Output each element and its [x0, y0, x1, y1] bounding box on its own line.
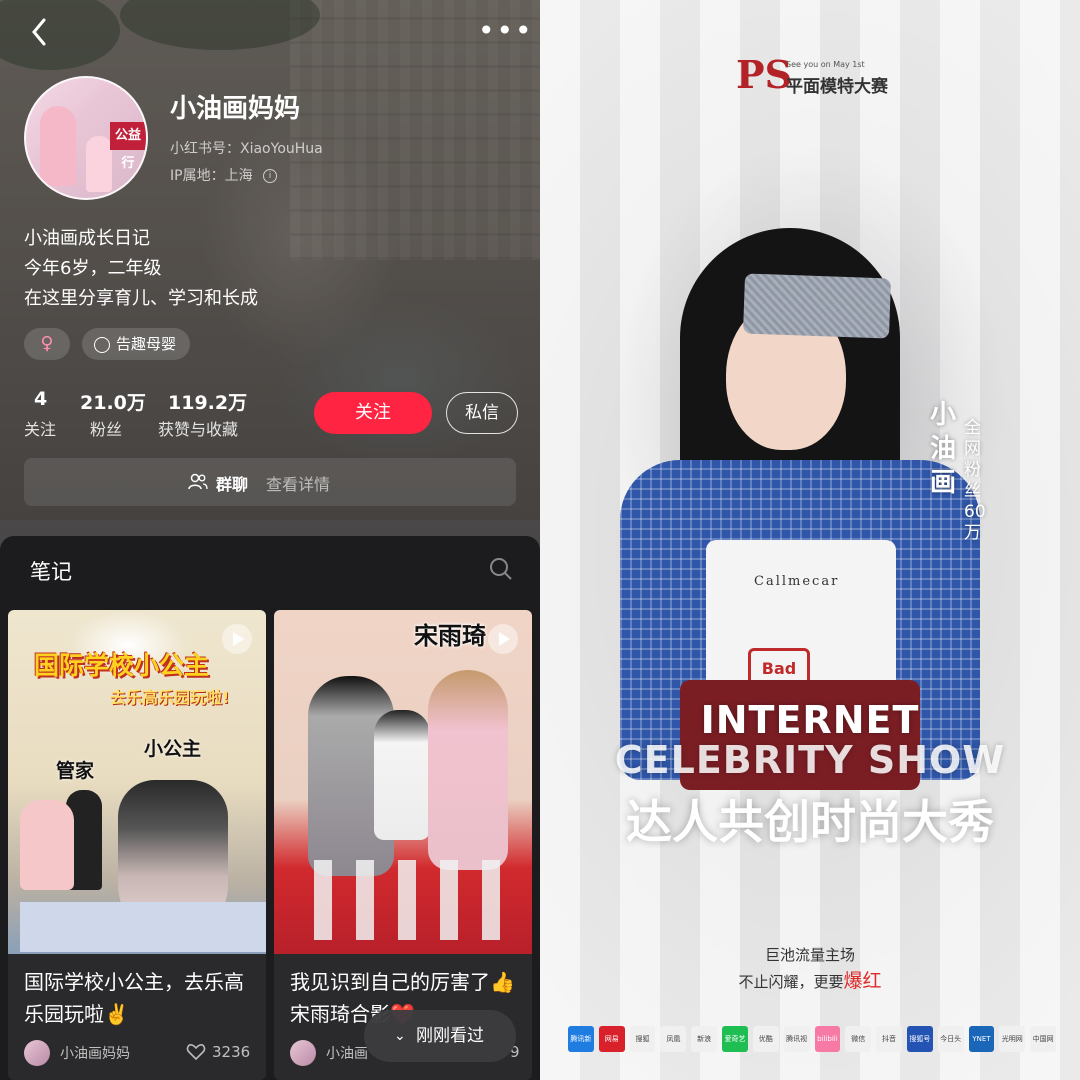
video-icon	[488, 624, 518, 654]
show-title-cn: 达人共创时尚大秀	[626, 795, 994, 849]
profile-ip: IP属地：上海 i	[170, 165, 278, 185]
show-title-line2: CELEBRITY SHOW	[614, 738, 1006, 782]
media-logo: YNET	[968, 1026, 995, 1052]
figure-gown-pink	[20, 800, 74, 890]
back-icon[interactable]	[22, 14, 58, 50]
avatar-badge: 公益行	[110, 122, 146, 171]
note-tag-princess: 小公主	[144, 738, 202, 760]
avatar[interactable]: 公益行	[24, 76, 148, 200]
bed	[20, 902, 266, 952]
note-author: 小油画妈妈	[60, 1046, 130, 1062]
media-logos: 腾讯新闻网易搜狐凤凰新浪爱奇艺优酷腾讯视频bilibili微信抖音搜狐号今日头条…	[568, 1026, 1056, 1052]
model-fans-vertical: 全网粉丝60万	[964, 418, 986, 543]
stat-likes-count[interactable]: 119.2万	[168, 388, 247, 415]
media-logo: 网易	[598, 1026, 625, 1052]
poster-brand-tagline: See you on May 1st	[786, 60, 865, 69]
recently-viewed-label: 刚刚看过	[416, 1026, 484, 1046]
mom-icon	[94, 336, 110, 353]
profile-name: 小油画妈妈	[170, 94, 301, 124]
group-chat-bar[interactable]: 群聊 查看详情	[24, 458, 516, 506]
double-chevron-down-icon: ⌄	[394, 1028, 406, 1044]
stat-fans-count[interactable]: 21.0万	[80, 388, 146, 415]
show-title-line1: INTERNET	[700, 698, 920, 742]
media-logo: 腾讯新闻	[568, 1026, 594, 1052]
stat-following-count[interactable]: 4	[34, 388, 47, 410]
note-thumbnail: 国际学校小公主 去乐高乐园玩啦! 管家 小公主	[8, 610, 266, 954]
group-icon	[188, 472, 208, 492]
poster-brand-logo: PS	[736, 52, 793, 97]
avatar-figure	[86, 136, 112, 192]
note-thumbnail: 宋雨琦	[274, 610, 532, 954]
info-icon[interactable]: i	[263, 169, 278, 183]
gender-tag: ♀	[24, 328, 70, 360]
media-logo: 凤凰	[660, 1026, 687, 1052]
boots	[314, 860, 504, 940]
media-logo: 抖音	[876, 1026, 902, 1052]
like-count: 3236	[212, 1043, 251, 1061]
more-icon[interactable]: •••	[478, 14, 534, 47]
note-tag-butler: 管家	[56, 760, 95, 782]
avatar-figure	[40, 106, 76, 186]
note-author: 小油画	[326, 1046, 368, 1062]
media-logo: bilibili	[814, 1026, 841, 1052]
note-card[interactable]: 国际学校小公主 去乐高乐园玩啦! 管家 小公主 国际学校小公主，去乐高乐园玩啦✌…	[8, 610, 266, 1080]
bio-line: 小油画成长日记	[24, 228, 150, 249]
media-logo: 今日头条	[937, 1026, 964, 1052]
model-headband	[742, 273, 892, 339]
search-icon[interactable]	[488, 556, 514, 582]
media-logo: 搜狐号	[906, 1026, 933, 1052]
poster-brand-name: 平面模特大赛	[786, 77, 888, 97]
slogan-line2: 不止闪耀，更要爆红	[540, 966, 1080, 993]
bio-line: 在这里分享育儿、学习和长成	[24, 288, 258, 309]
note-caption: 国际学校小公主，去乐高乐园玩啦✌️	[24, 970, 244, 1026]
female-icon: ♀	[40, 333, 54, 354]
media-logo: 搜狐	[629, 1026, 656, 1052]
apron-text: Callmecar	[754, 574, 840, 589]
poster-image: PS See you on May 1st 平面模特大赛 Callmecar B…	[540, 0, 1080, 1080]
media-logo: 腾讯视频	[783, 1026, 810, 1052]
group-detail: 查看详情	[266, 475, 331, 494]
media-logo: 中国网	[1030, 1026, 1056, 1052]
profile-ip-label: IP属地：上海	[170, 168, 253, 184]
note-overlay-title: 宋雨琦	[414, 622, 486, 650]
media-logo: 光明网	[999, 1026, 1026, 1052]
media-logo: 微信	[845, 1026, 872, 1052]
recently-viewed-button[interactable]: ⌄ 刚刚看过	[364, 1010, 516, 1062]
slogan-prefix: 不止闪耀，更要	[738, 973, 844, 991]
media-logo: 爱奇艺	[722, 1026, 748, 1052]
figure-child	[374, 710, 430, 840]
category-tag[interactable]: 告趣母婴	[82, 328, 190, 360]
author-avatar	[290, 1040, 316, 1066]
media-logo: 优酷	[752, 1026, 779, 1052]
notes-tab[interactable]: 笔记	[30, 556, 72, 586]
stat-likes-label[interactable]: 获赞与收藏	[158, 416, 238, 440]
figure-pink	[428, 670, 508, 870]
note-overlay-sub: 去乐高乐园玩啦!	[110, 688, 230, 707]
group-label: 群聊	[216, 475, 249, 494]
slogan-hot: 爆红	[843, 970, 882, 992]
media-logo: 新浪	[691, 1026, 718, 1052]
video-icon	[222, 624, 252, 654]
note-overlay-title: 国际学校小公主	[34, 651, 210, 680]
model-name-vertical: 小油画	[930, 400, 957, 498]
message-button[interactable]: 私信	[446, 392, 518, 434]
stat-fans-label[interactable]: 粉丝	[90, 416, 122, 440]
profile-id: 小红书号：XiaoYouHua	[170, 141, 323, 157]
like-icon[interactable]	[186, 1042, 206, 1062]
slogan-line1: 巨池流量主场	[764, 946, 855, 964]
category-tag-label: 告趣母婴	[116, 335, 177, 353]
follow-button[interactable]: 关注	[314, 392, 432, 434]
bio-line: 今年6岁，二年级	[24, 258, 162, 279]
profile-screen: ••• 公益行 小油画妈妈 小红书号：XiaoYouHua IP属地：上海 i …	[0, 0, 540, 1080]
stat-following-label[interactable]: 关注	[24, 416, 56, 440]
author-avatar	[24, 1040, 50, 1066]
